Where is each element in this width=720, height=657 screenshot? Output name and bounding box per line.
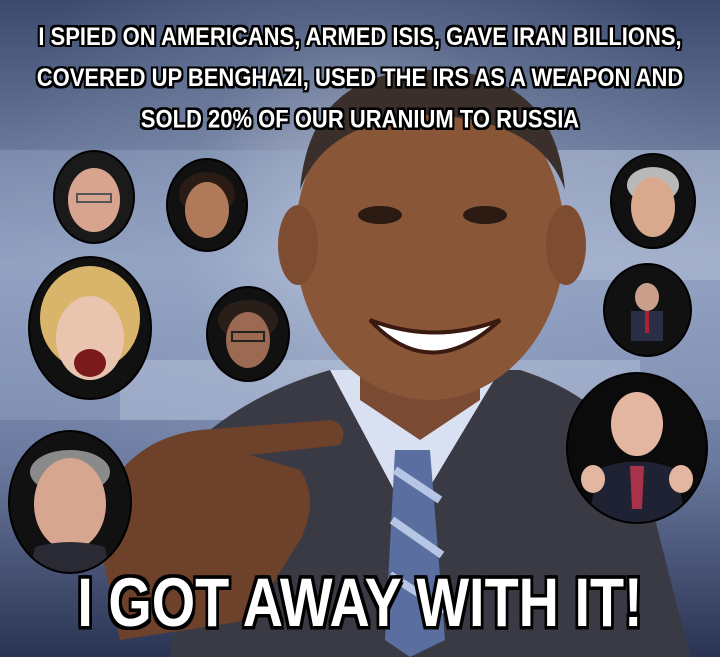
- portrait-circle-5: [208, 288, 288, 380]
- portrait-circle-3: [612, 155, 694, 247]
- bottom-caption: I GOT AWAY WITH IT!: [77, 565, 643, 642]
- meme-image: I SPIED ON AMERICANS, ARMED ISIS, GAVE I…: [0, 0, 720, 657]
- portrait-circle-4: [30, 258, 150, 398]
- portrait-circle-1: [55, 152, 133, 242]
- portrait-circle-8: [10, 432, 130, 572]
- portrait-circle-6: [605, 265, 690, 355]
- portrait-circle-2: [168, 160, 246, 250]
- top-caption: I SPIED ON AMERICANS, ARMED ISIS, GAVE I…: [36, 21, 684, 134]
- portrait-circle-7: [568, 374, 706, 522]
